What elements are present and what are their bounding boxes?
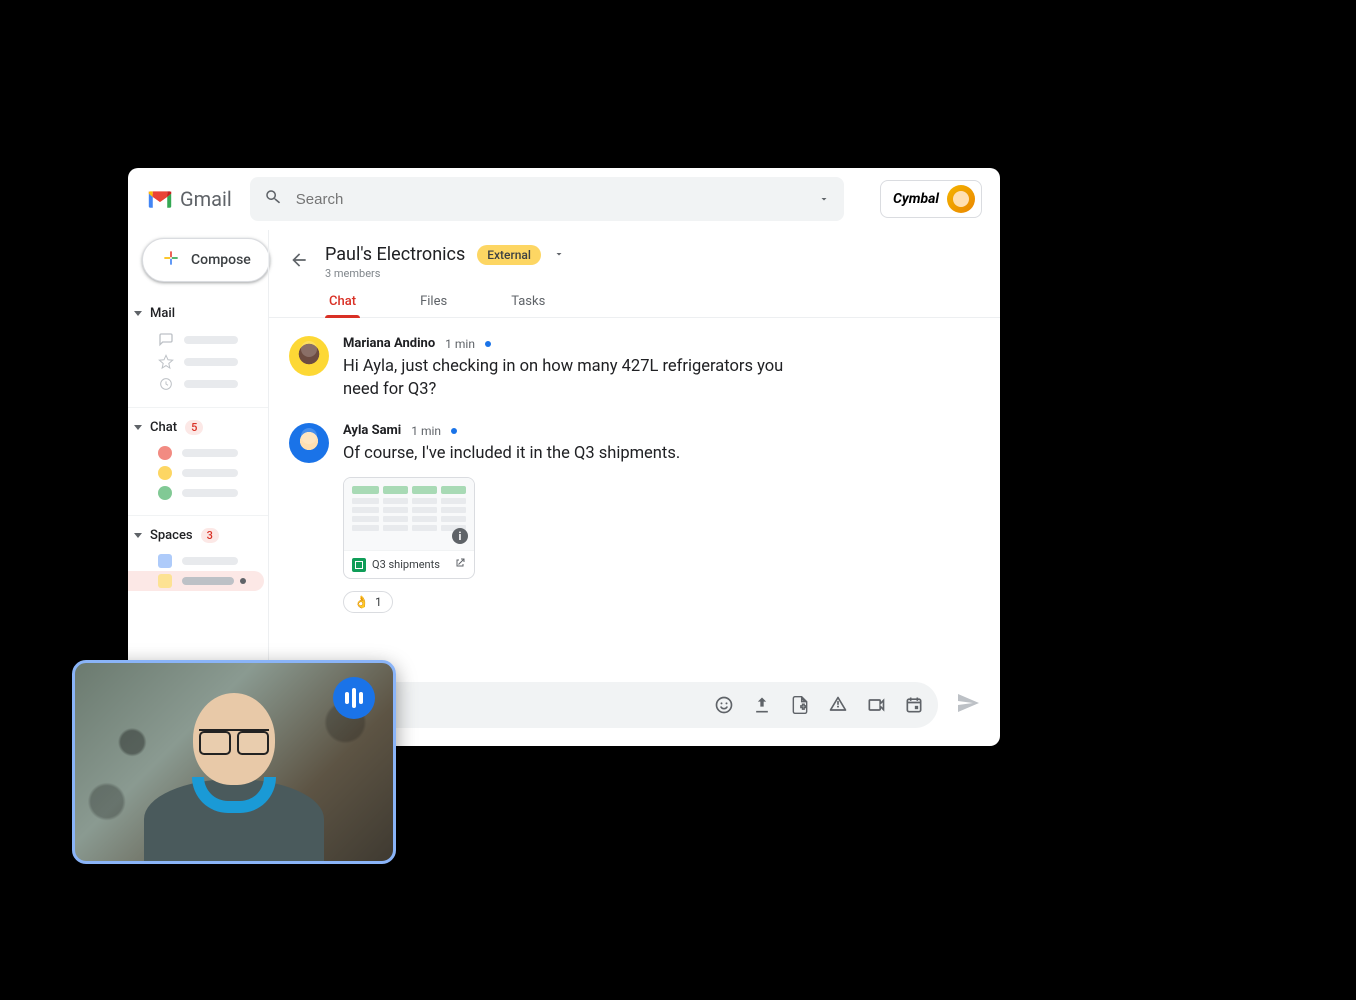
emoji-icon[interactable] bbox=[714, 695, 734, 715]
star-icon bbox=[158, 354, 174, 370]
message-text: Of course, I've included it in the Q3 sh… bbox=[343, 442, 680, 465]
message-avatar[interactable] bbox=[289, 423, 329, 463]
org-account-chip[interactable]: Cymbal bbox=[880, 180, 982, 218]
attachment-card[interactable]: i Q3 shipments bbox=[343, 477, 475, 579]
space-avatar-icon bbox=[158, 574, 172, 588]
search-bar[interactable] bbox=[250, 177, 844, 221]
unread-dot-icon bbox=[240, 578, 246, 584]
chat-item[interactable] bbox=[128, 483, 268, 503]
nav-mail-label: Mail bbox=[150, 306, 175, 321]
gmail-logo-icon bbox=[146, 188, 174, 210]
nav-section-spaces: Spaces 3 bbox=[128, 518, 268, 601]
nav-item-placeholder bbox=[184, 358, 238, 366]
clock-icon bbox=[158, 376, 174, 392]
chat-message: Mariana Andino 1 min Hi Ayla, just check… bbox=[289, 336, 980, 401]
nav-item-placeholder bbox=[182, 489, 238, 497]
tab-chat[interactable]: Chat bbox=[325, 288, 360, 317]
search-input[interactable] bbox=[296, 191, 804, 208]
nav-header-chat[interactable]: Chat 5 bbox=[128, 416, 268, 443]
nav-item-snoozed[interactable] bbox=[128, 373, 268, 395]
nav-item-starred[interactable] bbox=[128, 351, 268, 373]
compose-button[interactable]: Compose bbox=[142, 238, 270, 282]
nav-item-placeholder bbox=[182, 557, 238, 565]
nav-section-chat: Chat 5 bbox=[128, 410, 268, 513]
chat-item[interactable] bbox=[128, 463, 268, 483]
calendar-icon[interactable] bbox=[904, 695, 924, 715]
speaking-indicator-icon bbox=[333, 677, 375, 719]
reaction-count: 1 bbox=[375, 595, 382, 609]
caret-down-icon bbox=[134, 311, 142, 316]
inbox-icon bbox=[158, 332, 174, 348]
nav-header-mail[interactable]: Mail bbox=[128, 302, 268, 329]
top-bar: Gmail Cymbal bbox=[128, 168, 1000, 230]
nav-header-spaces[interactable]: Spaces 3 bbox=[128, 524, 268, 551]
message-author: Ayla Sami bbox=[343, 423, 401, 438]
nav-section-mail: Mail bbox=[128, 296, 268, 405]
presence-dot-icon bbox=[158, 486, 172, 500]
new-doc-icon[interactable] bbox=[790, 695, 810, 715]
back-arrow-icon[interactable] bbox=[289, 250, 309, 274]
presence-dot-icon bbox=[158, 466, 172, 480]
tab-files[interactable]: Files bbox=[416, 288, 451, 317]
attachment-info-icon: i bbox=[452, 528, 468, 544]
gmail-logo-block[interactable]: Gmail bbox=[146, 187, 232, 211]
reaction-emoji-icon: 👌 bbox=[354, 595, 369, 609]
pip-participant bbox=[144, 681, 324, 864]
message-list: Mariana Andino 1 min Hi Ayla, just check… bbox=[269, 318, 1000, 672]
account-avatar bbox=[947, 185, 975, 213]
search-options-icon[interactable] bbox=[818, 190, 830, 209]
space-members-count[interactable]: 3 members bbox=[325, 267, 565, 280]
nav-spaces-label: Spaces bbox=[150, 528, 193, 543]
nav-item-placeholder bbox=[182, 577, 234, 585]
nav-divider bbox=[128, 407, 268, 408]
space-item-active[interactable] bbox=[128, 571, 264, 591]
chat-unread-badge: 5 bbox=[185, 420, 203, 435]
message-timestamp: 1 min bbox=[445, 337, 475, 351]
video-call-pip[interactable] bbox=[72, 660, 396, 864]
nav-divider bbox=[128, 515, 268, 516]
unread-indicator-icon bbox=[485, 341, 491, 347]
drive-icon[interactable] bbox=[828, 695, 848, 715]
message-author: Mariana Andino bbox=[343, 336, 435, 351]
send-button[interactable] bbox=[956, 691, 980, 719]
space-item[interactable] bbox=[128, 551, 268, 571]
compose-label: Compose bbox=[191, 252, 251, 268]
message-text: Hi Ayla, just checking in on how many 42… bbox=[343, 355, 803, 401]
chat-item[interactable] bbox=[128, 443, 268, 463]
space-tabs: Chat Files Tasks bbox=[269, 280, 1000, 317]
message-avatar[interactable] bbox=[289, 336, 329, 376]
unread-indicator-icon bbox=[451, 428, 457, 434]
nav-item-placeholder bbox=[184, 336, 238, 344]
video-call-icon[interactable] bbox=[866, 695, 886, 715]
attachment-preview: i bbox=[344, 478, 474, 550]
nav-item-placeholder bbox=[182, 449, 238, 457]
attachment-name: Q3 shipments bbox=[372, 558, 448, 571]
external-badge: External bbox=[477, 245, 541, 265]
gmail-logo-text: Gmail bbox=[180, 187, 232, 211]
nav-item-inbox[interactable] bbox=[128, 329, 268, 351]
space-header: Paul's Electronics External 3 members bbox=[269, 230, 1000, 280]
space-menu-caret-icon[interactable] bbox=[553, 245, 565, 264]
presence-dot-icon bbox=[158, 446, 172, 460]
caret-down-icon bbox=[134, 533, 142, 538]
search-icon bbox=[264, 188, 282, 210]
chat-message: Ayla Sami 1 min Of course, I've included… bbox=[289, 423, 980, 613]
nav-chat-label: Chat bbox=[150, 420, 177, 435]
nav-item-placeholder bbox=[182, 469, 238, 477]
open-external-icon[interactable] bbox=[454, 557, 466, 572]
space-title: Paul's Electronics bbox=[325, 244, 465, 265]
nav-item-placeholder bbox=[184, 380, 238, 388]
reaction-chip[interactable]: 👌 1 bbox=[343, 591, 393, 613]
tab-tasks[interactable]: Tasks bbox=[507, 288, 549, 317]
compose-plus-icon bbox=[161, 248, 181, 272]
message-timestamp: 1 min bbox=[411, 424, 441, 438]
org-name: Cymbal bbox=[893, 191, 939, 207]
spaces-unread-badge: 3 bbox=[201, 528, 219, 543]
google-sheets-icon bbox=[352, 558, 366, 572]
caret-down-icon bbox=[134, 425, 142, 430]
upload-icon[interactable] bbox=[752, 695, 772, 715]
space-avatar-icon bbox=[158, 554, 172, 568]
